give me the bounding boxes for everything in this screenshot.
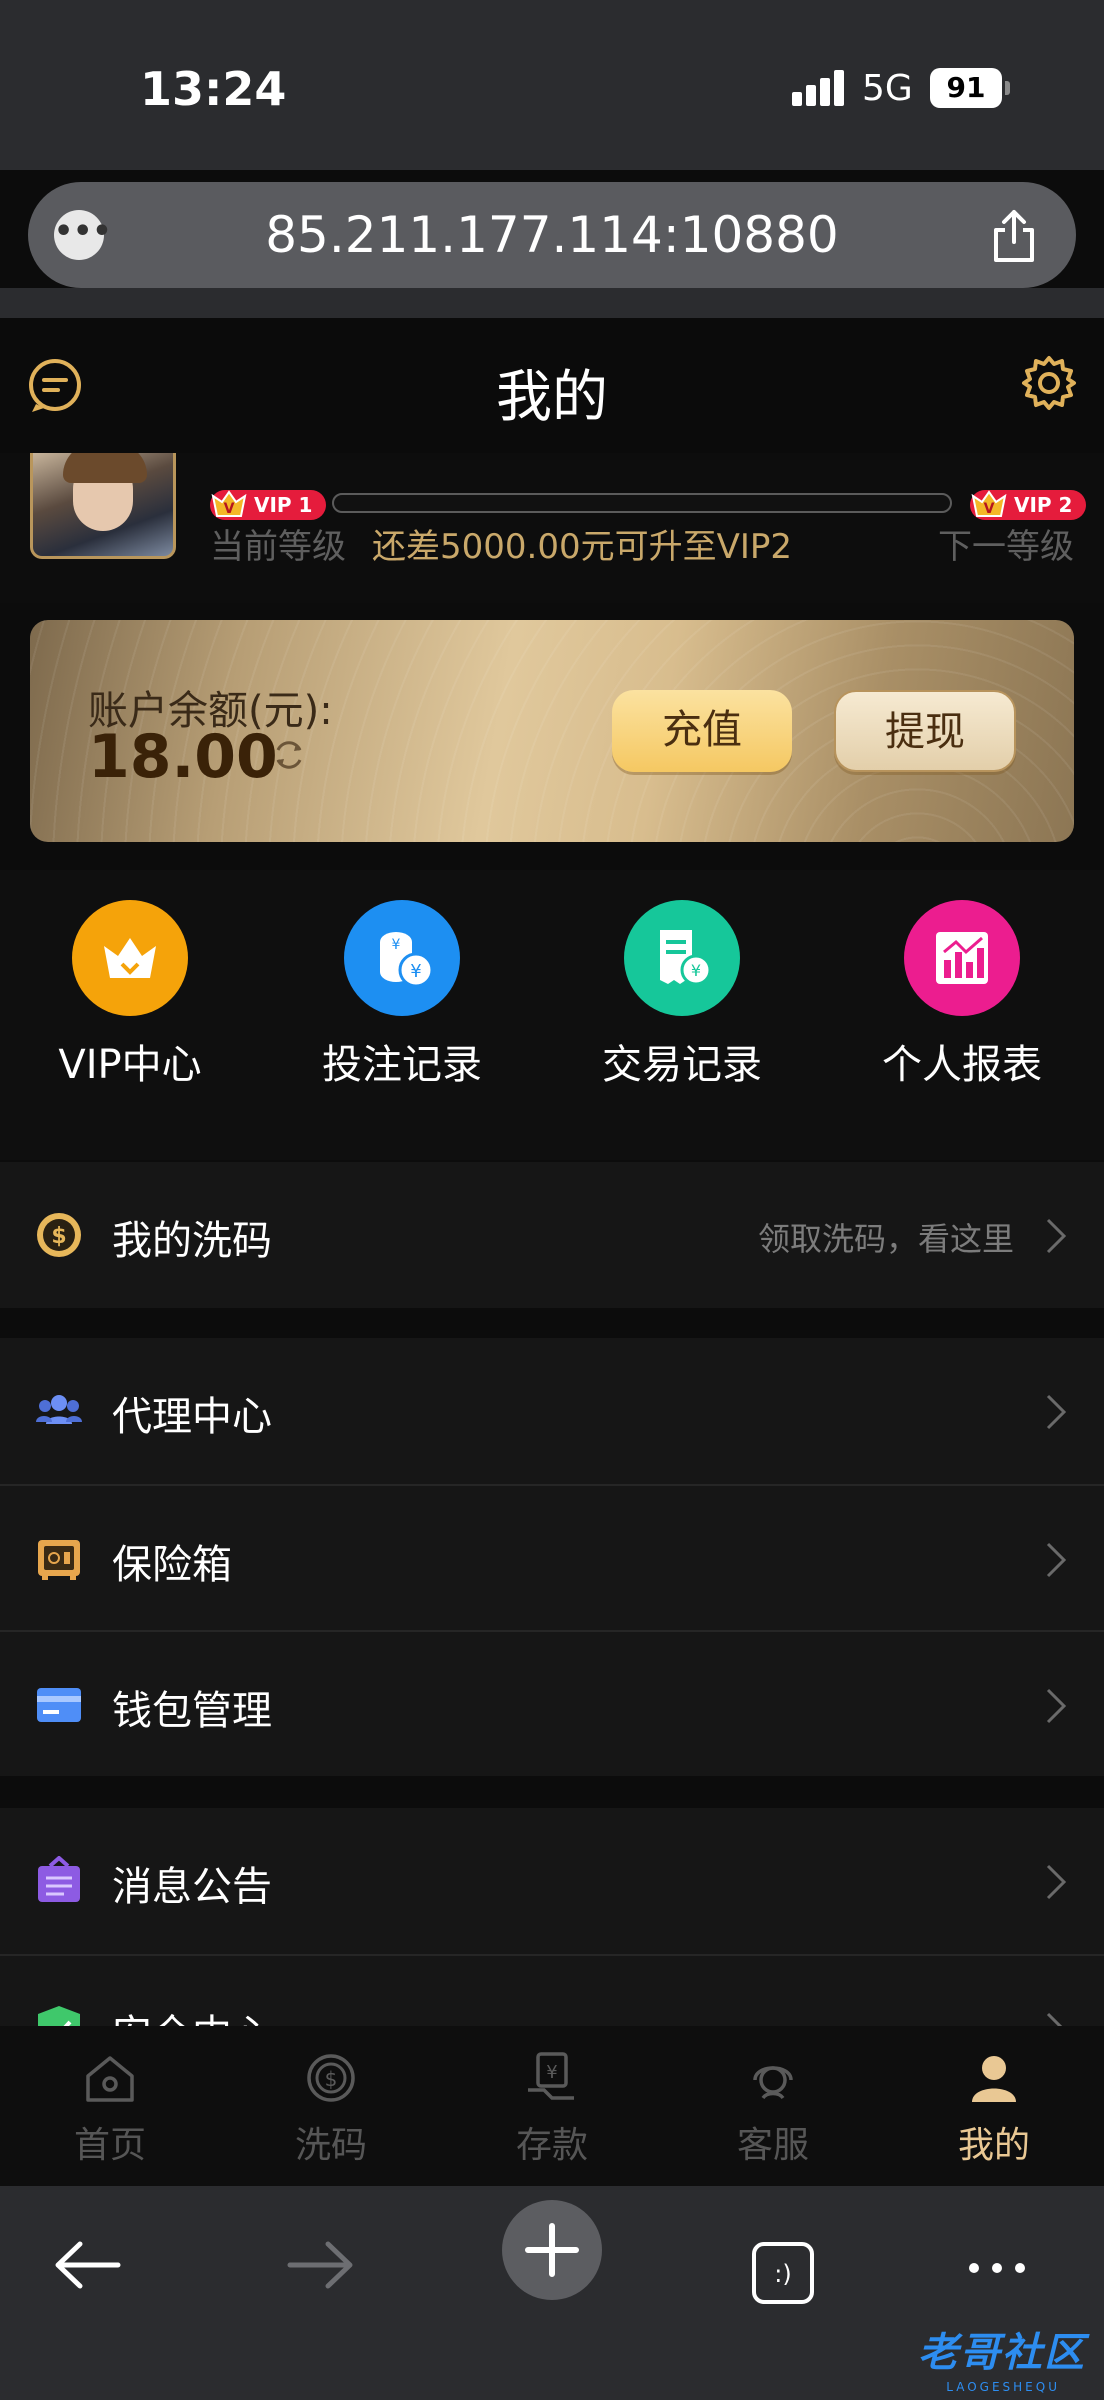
list-item-hint: 领取洗码，看这里 <box>757 1220 1014 1258</box>
bottom-tab-bar: 首页 $ 洗码 ¥ 存款 客服 我的 <box>0 2026 1104 2186</box>
next-level-label: 下一等级 <box>938 527 1074 567</box>
chevron-right-icon <box>1046 1864 1067 1900</box>
rebate-icon: $ <box>307 2054 355 2102</box>
tab-home[interactable]: 首页 <box>40 2050 180 2168</box>
tab-label: 首页 <box>73 2125 146 2166</box>
quick-item-personal-report[interactable]: 个人报表 <box>842 900 1082 1090</box>
app-header: 我的 <box>0 318 1104 453</box>
watermark-logo: 老哥社区 <box>918 2330 1086 2376</box>
chevron-right-icon <box>1046 1218 1067 1254</box>
tab-deposit[interactable]: ¥ 存款 <box>482 2050 622 2168</box>
balance-card: 账户余额(元): 18.00 充值 提现 <box>30 620 1074 842</box>
list-item-notice[interactable]: 消息公告 <box>0 1808 1104 1954</box>
chevron-right-icon <box>1046 1542 1067 1578</box>
profile-icon <box>972 2056 1016 2102</box>
chevron-right-icon <box>1046 1394 1067 1430</box>
crown-icon <box>72 900 188 1016</box>
list-item-label: 钱包管理 <box>112 1688 272 1734</box>
svg-text:$: $ <box>51 1224 66 1249</box>
home-icon <box>86 2056 134 2102</box>
shield-icon <box>38 2006 80 2026</box>
quick-item-vip-center[interactable]: VIP中心 <box>10 900 250 1090</box>
gear-icon[interactable] <box>1020 354 1078 412</box>
list-item-security-center[interactable]: 安全中心 <box>0 1954 1104 2026</box>
balance-value: 18.00 <box>88 722 278 792</box>
list-item-label: 保险箱 <box>112 1542 232 1588</box>
chevron-right-icon <box>1046 1688 1067 1724</box>
network-type: 5G <box>862 68 913 109</box>
chart-icon <box>904 900 1020 1016</box>
svg-text::): :) <box>774 2260 791 2288</box>
info-section: 消息公告 安全中心 <box>0 1808 1104 2026</box>
svg-text:¥: ¥ <box>392 937 401 953</box>
tab-label: 我的 <box>957 2125 1030 2166</box>
safe-icon <box>38 1540 80 1580</box>
rebate-section: $ 我的洗码 领取洗码，看这里 <box>0 1162 1104 1308</box>
wallet-card-icon <box>37 1688 81 1722</box>
tab-profile[interactable]: 我的 <box>924 2050 1064 2168</box>
plus-icon <box>525 2223 579 2277</box>
list-item-agent-center[interactable]: 代理中心 <box>0 1338 1104 1484</box>
quick-item-bet-records[interactable]: ¥ ¥ 投注记录 <box>282 900 522 1090</box>
list-item-my-rebate[interactable]: $ 我的洗码 领取洗码，看这里 <box>0 1162 1104 1308</box>
signal-icon <box>792 70 846 106</box>
svg-text:$: $ <box>325 2067 338 2091</box>
list-item-label: 消息公告 <box>112 1864 272 1910</box>
browser-toolbar: :) 老哥社区 LAOGESHEQU <box>0 2186 1104 2400</box>
forward-arrow-icon[interactable] <box>286 2240 354 2290</box>
tab-support[interactable]: 客服 <box>703 2050 843 2168</box>
coins-icon: ¥ ¥ <box>344 900 460 1016</box>
svg-text:¥: ¥ <box>691 961 701 980</box>
support-icon <box>753 2066 793 2100</box>
chevron-right-icon <box>1046 2012 1063 2026</box>
list-item-safe-box[interactable]: 保险箱 <box>0 1484 1104 1630</box>
address-bar[interactable]: ••• 85.211.177.114:10880 <box>28 182 1076 288</box>
current-vip-badge: V VIP 1 <box>210 490 327 520</box>
current-vip-label: VIP 1 <box>254 493 313 517</box>
battery-icon: 91 <box>930 68 1010 108</box>
back-arrow-icon[interactable] <box>54 2240 122 2290</box>
account-section: 代理中心 保险箱 钱包管理 <box>0 1338 1104 1776</box>
next-vip-badge: V VIP 2 <box>970 490 1087 520</box>
svg-text:V: V <box>984 501 995 517</box>
quick-item-label: 交易记录 <box>602 1042 762 1088</box>
withdraw-button[interactable]: 提现 <box>834 690 1016 772</box>
profile-section: V VIP 1 V VIP 2 当前等级 还差5000.00元可升至VIP2 下… <box>0 453 1104 603</box>
share-icon[interactable] <box>988 208 1040 264</box>
tab-label: 洗码 <box>294 2125 367 2166</box>
next-vip-label: VIP 2 <box>1014 493 1073 517</box>
users-icon <box>36 1395 82 1424</box>
list-item-label: 我的洗码 <box>112 1218 272 1264</box>
quick-item-label: 个人报表 <box>882 1042 1042 1088</box>
tabs-icon[interactable]: :) <box>750 2240 816 2306</box>
svg-text:¥: ¥ <box>546 2062 557 2083</box>
url-text[interactable]: 85.211.177.114:10880 <box>28 206 1076 264</box>
notice-icon <box>38 1856 80 1902</box>
quick-menu: VIP中心 ¥ ¥ 投注记录 ¥ 交易记录 个人报表 <box>0 870 1104 1160</box>
watermark-sub: LAOGESHEQU <box>946 2380 1060 2394</box>
quick-item-transaction-records[interactable]: ¥ 交易记录 <box>562 900 802 1090</box>
tab-label: 客服 <box>736 2125 809 2166</box>
svg-text:¥: ¥ <box>410 961 421 982</box>
tab-rebate[interactable]: $ 洗码 <box>261 2050 401 2168</box>
coin-icon: $ <box>37 1213 81 1257</box>
recharge-button[interactable]: 充值 <box>612 690 792 772</box>
list-item-label: 安全中心 <box>112 2002 272 2026</box>
vip-progress-bar <box>332 493 952 513</box>
list-item-label: 代理中心 <box>112 1394 272 1440</box>
tab-label: 存款 <box>515 2125 588 2166</box>
deposit-icon: ¥ <box>528 2052 574 2100</box>
receipt-icon: ¥ <box>624 900 740 1016</box>
new-tab-button[interactable] <box>502 2200 602 2300</box>
more-icon[interactable] <box>964 2248 1030 2288</box>
list-item-wallet-management[interactable]: 钱包管理 <box>0 1630 1104 1776</box>
quick-item-label: 投注记录 <box>322 1042 482 1088</box>
refresh-icon[interactable] <box>272 738 306 772</box>
quick-item-label: VIP中心 <box>58 1042 202 1088</box>
svg-text:V: V <box>224 501 235 517</box>
status-bar: 13:24 5G 91 <box>0 0 1104 170</box>
page-title: 我的 <box>496 365 608 430</box>
status-time: 13:24 <box>140 62 287 116</box>
